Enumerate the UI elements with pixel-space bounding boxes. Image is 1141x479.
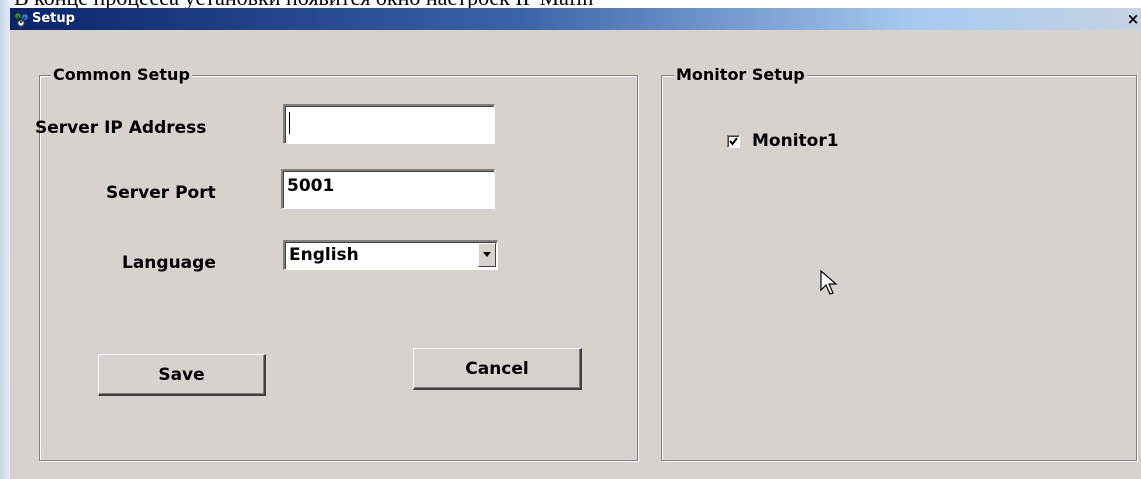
text-caret bbox=[289, 112, 290, 134]
save-button[interactable]: Save bbox=[98, 354, 266, 396]
chevron-down-icon[interactable] bbox=[478, 243, 496, 267]
common-setup-legend: Common Setup bbox=[51, 65, 192, 85]
cancel-button[interactable]: Cancel bbox=[413, 348, 582, 390]
monitor1-label: Monitor1 bbox=[752, 131, 839, 151]
server-ip-label: Server IP Address bbox=[35, 118, 207, 138]
mouse-pointer-icon bbox=[820, 269, 838, 298]
server-port-input[interactable]: 5001 bbox=[281, 169, 495, 209]
monitor1-checkbox[interactable] bbox=[727, 135, 740, 148]
document-text: В конце процесса установки появится окно… bbox=[14, 0, 1134, 8]
title-bar[interactable]: Setup × bbox=[10, 8, 1141, 30]
server-port-value: 5001 bbox=[287, 176, 335, 196]
language-value: English bbox=[289, 245, 359, 265]
server-ip-input[interactable] bbox=[283, 104, 495, 144]
server-port-label: Server Port bbox=[106, 183, 216, 203]
monitor-setup-legend: Monitor Setup bbox=[674, 65, 807, 85]
close-icon[interactable]: × bbox=[1126, 11, 1140, 27]
setup-app-icon bbox=[13, 11, 31, 27]
language-label: Language bbox=[122, 253, 216, 273]
monitor-setup-group: Monitor Setup bbox=[661, 65, 1137, 461]
window-title: Setup bbox=[32, 11, 75, 26]
language-select[interactable]: English bbox=[283, 240, 498, 270]
setup-window: Setup × Common Setup Server IP Address S… bbox=[10, 8, 1141, 479]
checkmark-icon bbox=[729, 137, 738, 146]
